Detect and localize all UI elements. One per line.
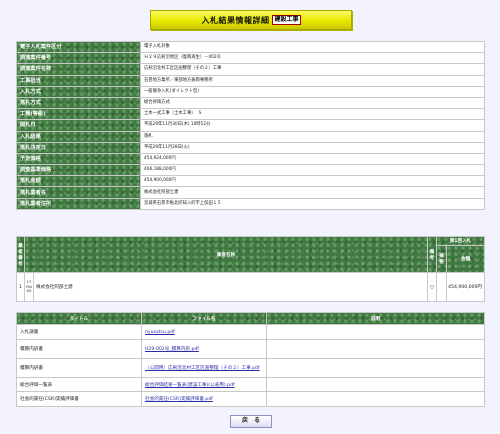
file-name-cell: 総合評価結果一覧表(建設工事)(公表用).pdf — [141, 377, 267, 392]
file-note — [266, 377, 485, 392]
info-label: 開札日 — [16, 119, 141, 132]
col-header-status: 備考 — [427, 236, 437, 273]
info-row: 落札業者名 株式会社阿部土建 — [16, 186, 485, 199]
info-value: 454,924,000円 — [140, 152, 485, 166]
table-row: 積算内訳書 （公開用）広剣沼北村工区区画整理（その２）工事.pdf — [16, 358, 485, 378]
info-label: 入札結果 — [16, 130, 141, 143]
info-label: 入札方式 — [16, 85, 141, 98]
info-value: 一般競争入札(ダイレクト型) — [140, 85, 485, 98]
col-header-bid-note: 摘要 — [436, 245, 447, 273]
info-label: 落札金額 — [16, 175, 141, 188]
file-download-link[interactable]: （公開用）広剣沼北村工区区画整理（その２）工事.pdf — [145, 366, 260, 371]
info-row: 工事担当 石巻地方業所／東部地方振興事務所 — [16, 74, 485, 87]
file-note — [266, 391, 485, 407]
file-name-cell: nyusatsu.pdf — [141, 324, 267, 340]
page-title-banner: 入札結果情報詳細 建設工事 — [150, 10, 352, 30]
file-download-link[interactable]: H29-002号_積算内訳.pdf — [145, 347, 199, 352]
info-row: 入札方式 一般競争入札(ダイレクト型) — [16, 85, 485, 98]
table-row: 社会的責任(CSR)実績評価書 社会的責任(CSR)実績評価書.pdf — [16, 391, 485, 407]
file-note — [266, 358, 485, 378]
info-label: 工種(等級) — [16, 108, 141, 121]
attachment-table: タイトル ファイル名 説明 入札調書 nyusatsu.pdf 積算内訳書 H29-0… — [16, 312, 485, 407]
info-value: 広剣沼北村工区区画整理（その２）工事 — [140, 63, 485, 76]
info-row: 調査基準価格 406,188,000円 — [16, 164, 485, 177]
info-label: 調査基準価格 — [16, 164, 141, 177]
info-label: 調達案件番号 — [16, 52, 141, 65]
col-header-bid-group: 第1回入札 — [436, 236, 485, 246]
contractor-status: ○ — [427, 272, 437, 302]
info-label: 落札業者名 — [16, 186, 141, 199]
contractor-table: 業者番号 業者名称 備考 第1回入札 摘要 金額 1 17 Pal 03 株式会… — [16, 236, 485, 302]
info-label: 工事担当 — [16, 74, 141, 87]
file-title: 積算内訳書 — [16, 358, 142, 378]
info-value: 電子入札対象 — [140, 40, 485, 54]
col-header-note: 説明 — [266, 312, 485, 325]
info-label: 落札業者住所 — [16, 197, 141, 210]
file-title: 社会的責任(CSR)実績評価書 — [16, 391, 142, 407]
contractor-note — [436, 272, 447, 302]
info-value: 総合評価方式 — [140, 96, 485, 110]
info-label: 落札決定日 — [16, 141, 141, 154]
info-label: 予定価格 — [16, 152, 141, 166]
contractor-name: 株式会社阿部土建 — [33, 272, 428, 302]
info-row: 電子入札案件区分 電子入札対象 — [16, 40, 485, 54]
col-header-bid-amount: 金額 — [446, 245, 485, 273]
file-download-link[interactable]: 社会的責任(CSR)実績評価書.pdf — [145, 397, 213, 402]
page-title: 入札結果情報詳細 — [201, 15, 270, 25]
bid-info-table: 電子入札案件区分 電子入札対象 調達案件番号 Ｈ２９広剣沼地区（復興再生）－002号調… — [16, 40, 485, 210]
table-row: 積算内訳書 H29-002号_積算内訳.pdf — [16, 339, 485, 359]
info-row: 調達案件名称 広剣沼北村工区区画整理（その２）工事 — [16, 63, 485, 76]
info-label: 調達案件名称 — [16, 63, 141, 76]
info-row: 予定価格 454,924,000円 — [16, 152, 485, 166]
file-title: 入札調書 — [16, 324, 142, 340]
info-value: 宮城県石巻市鮎北町知入町字上俣田１５ — [140, 197, 485, 210]
contractor-code: 17 Pal 03 — [24, 272, 34, 302]
contractor-amount: 454,900,000円 — [446, 272, 485, 302]
info-row: 調達案件番号 Ｈ２９広剣沼地区（復興再生）－002号 — [16, 52, 485, 65]
file-name-cell: 社会的責任(CSR)実績評価書.pdf — [141, 391, 267, 407]
file-name-cell: H29-002号_積算内訳.pdf — [141, 339, 267, 359]
contractor-num: 1 — [16, 272, 25, 302]
info-value: 落札 — [140, 130, 485, 143]
info-row: 落札決定日 平成29年11月28日(火) — [16, 141, 485, 154]
table-row: 1 17 Pal 03 株式会社阿部土建 ○ 454,900,000円 — [16, 272, 485, 302]
info-value: 平成29年11月28日(火) — [140, 141, 485, 154]
col-header-name: 業者名称 — [24, 236, 428, 273]
info-value: 454,900,000円 — [140, 175, 485, 188]
back-button[interactable]: 戻 る — [230, 415, 272, 428]
file-note — [266, 339, 485, 359]
info-row: 入札結果 落札 — [16, 130, 485, 143]
table-row: 入札調書 nyusatsu.pdf — [16, 324, 485, 340]
file-title: 総合評価一覧表 — [16, 377, 142, 392]
file-download-link[interactable]: 総合評価結果一覧表(建設工事)(公表用).pdf — [145, 383, 235, 388]
info-row: 開札日 平成29年11月30日(木) 10時52分 — [16, 119, 485, 132]
col-header-title: タイトル — [16, 312, 142, 325]
info-value: 平成29年11月30日(木) 10時52分 — [140, 119, 485, 132]
table-row: 総合評価一覧表 総合評価結果一覧表(建設工事)(公表用).pdf — [16, 377, 485, 392]
info-row: 落札業者住所 宮城県石巻市鮎北町知入町字上俣田１５ — [16, 197, 485, 210]
category-tag: 建設工事 — [272, 15, 301, 25]
info-value: 石巻地方業所／東部地方振興事務所 — [140, 74, 485, 87]
col-header-filename: ファイル名 — [141, 312, 267, 325]
file-download-link[interactable]: nyusatsu.pdf — [145, 330, 175, 335]
info-value: Ｈ２９広剣沼地区（復興再生）－002号 — [140, 52, 485, 65]
info-value: 406,188,000円 — [140, 164, 485, 177]
info-row: 落札金額 454,900,000円 — [16, 175, 485, 188]
file-title: 積算内訳書 — [16, 339, 142, 359]
file-note — [266, 324, 485, 340]
file-name-cell: （公開用）広剣沼北村工区区画整理（その２）工事.pdf — [141, 358, 267, 378]
info-value: 株式会社阿部土建 — [140, 186, 485, 199]
info-label: 電子入札案件区分 — [16, 40, 141, 54]
col-header-no: 業者番号 — [16, 236, 25, 273]
info-row: 落札方式 総合評価方式 — [16, 96, 485, 110]
info-value: 土木一式工事（土木工事） Ｓ — [140, 108, 485, 121]
info-row: 工種(等級) 土木一式工事（土木工事） Ｓ — [16, 108, 485, 121]
info-label: 落札方式 — [16, 96, 141, 110]
